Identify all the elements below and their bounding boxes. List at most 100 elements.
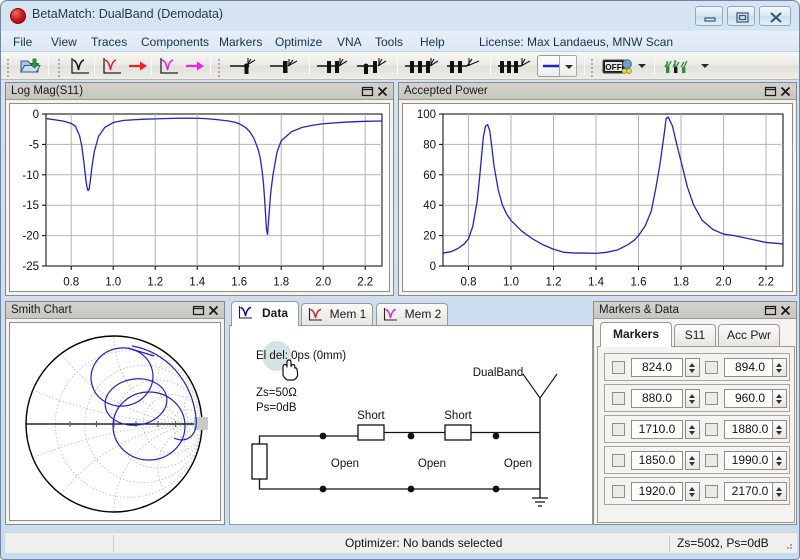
marker-spinner-3b[interactable] xyxy=(772,420,787,439)
marker-value-5a[interactable]: 1920.0 xyxy=(631,482,683,501)
menu-components[interactable]: Components xyxy=(139,34,211,50)
smith-chart-plot-area[interactable] xyxy=(9,322,221,521)
smith-chart-close-button[interactable] xyxy=(207,304,220,317)
marker-checkbox-1a[interactable] xyxy=(612,361,625,374)
marker-spinner-2b[interactable] xyxy=(772,389,787,408)
maximize-button[interactable] xyxy=(727,6,755,26)
svg-text:OFF: OFF xyxy=(605,62,622,72)
svg-text:1.2: 1.2 xyxy=(546,277,562,289)
marker-value-2a[interactable]: 880.0 xyxy=(631,389,683,408)
smith-chart-panel-titlebar: Smith Chart xyxy=(6,302,224,319)
marker-spinner-5b[interactable] xyxy=(772,482,787,501)
marker-checkbox-3a[interactable] xyxy=(612,423,625,436)
toolbar-grip-file[interactable] xyxy=(6,57,11,77)
marker-checkbox-4b[interactable] xyxy=(705,454,718,467)
close-icon xyxy=(780,305,791,316)
marker-spinner-5a[interactable] xyxy=(685,482,700,501)
tab-s11[interactable]: S11 xyxy=(674,324,716,346)
marker-spinner-1b[interactable] xyxy=(772,358,787,377)
smith-chart-panel: Smith Chart xyxy=(5,301,225,525)
table-row: 880.0 960.0 xyxy=(604,384,790,412)
marker-value-4a[interactable]: 1850.0 xyxy=(631,451,683,470)
network-3el-b-icon[interactable] xyxy=(446,56,482,76)
log-mag-plot-area[interactable]: 0 -5 -10 -15 -20 -25 0.8 1.0 1.2 1.4 1.6 1.8 2.0 2.2 xyxy=(9,103,390,292)
shunt-3-label: Open xyxy=(504,458,532,470)
minimize-button[interactable] xyxy=(695,6,723,26)
network-3el-a-icon[interactable] xyxy=(404,56,440,76)
marker-checkbox-1b[interactable] xyxy=(705,361,718,374)
log-mag-close-button[interactable] xyxy=(376,85,389,98)
menu-vna[interactable]: VNA xyxy=(335,34,364,50)
source-impedance-box xyxy=(251,443,268,480)
marker-checkbox-5a[interactable] xyxy=(612,485,625,498)
tab-mem1[interactable]: Mem 1 xyxy=(301,303,373,325)
markers-restore-button[interactable] xyxy=(764,304,777,317)
marker-checkbox-2b[interactable] xyxy=(705,392,718,405)
tab-acc-pwr[interactable]: Acc Pwr xyxy=(718,324,780,346)
svg-text:1.8: 1.8 xyxy=(673,277,689,289)
marker-spinner-2a[interactable] xyxy=(685,389,700,408)
menu-file[interactable]: File xyxy=(11,34,34,50)
open-file-icon[interactable] xyxy=(19,56,41,76)
series-shunt-2-icon[interactable] xyxy=(269,56,303,76)
log-mag-panel: Log Mag(S11) 0 -5 -10 -15 -20 -25 0.8 1.0 1.2 1.4… xyxy=(5,82,394,296)
resize-grip[interactable] xyxy=(782,539,794,551)
vna-dropdown-arrow-icon[interactable] xyxy=(638,64,646,68)
marker-spinner-1a[interactable] xyxy=(685,358,700,377)
markers-close-button[interactable] xyxy=(779,304,792,317)
menu-help[interactable]: Help xyxy=(418,34,447,50)
close-button[interactable] xyxy=(759,6,791,26)
marker-spinner-4b[interactable] xyxy=(772,451,787,470)
accepted-power-plot-area[interactable]: 0 20 40 60 80 100 0.8 1.0 1.2 1.4 1.6 1.8 2.0 2.2 xyxy=(402,103,793,292)
log-mag-restore-button[interactable] xyxy=(361,85,374,98)
menu-traces[interactable]: Traces xyxy=(89,34,129,50)
store-mem2-arrow-icon[interactable] xyxy=(184,56,206,76)
marker-spinner-4a[interactable] xyxy=(685,451,700,470)
toolbar-grip-vna[interactable] xyxy=(590,57,595,77)
optimizer-dropdown-arrow-icon[interactable] xyxy=(701,64,709,68)
accepted-power-close-button[interactable] xyxy=(779,85,792,98)
svg-text:0: 0 xyxy=(430,261,436,273)
spin-up-icon xyxy=(689,456,695,460)
toolbar-grip-traces[interactable] xyxy=(57,57,62,77)
marker-value-1b[interactable]: 894.0 xyxy=(724,358,776,377)
optimizer-icon[interactable] xyxy=(663,56,697,76)
marker-value-2b[interactable]: 960.0 xyxy=(724,389,776,408)
close-icon xyxy=(780,86,791,97)
marker-checkbox-2a[interactable] xyxy=(612,392,625,405)
marker-value-1a[interactable]: 824.0 xyxy=(631,358,683,377)
toolbar-grip-components[interactable] xyxy=(217,57,222,77)
smith-chart-restore-button[interactable] xyxy=(192,304,205,317)
series-component-2 xyxy=(444,424,472,441)
trace-data-icon[interactable] xyxy=(69,56,91,76)
marker-checkbox-4a[interactable] xyxy=(612,454,625,467)
network-4el-icon[interactable] xyxy=(497,56,533,76)
network-2el-b-icon[interactable] xyxy=(356,56,390,76)
toolbar-separator-4 xyxy=(210,57,211,75)
trace-mem1-icon[interactable] xyxy=(101,56,123,76)
menu-markers[interactable]: Markers xyxy=(217,34,264,50)
marker-value-3a[interactable]: 1710.0 xyxy=(631,420,683,439)
tab-mem2[interactable]: Mem 2 xyxy=(376,303,448,325)
tab-data[interactable]: Data xyxy=(231,301,299,326)
tab-markers[interactable]: Markers xyxy=(600,322,672,347)
marker-value-4b[interactable]: 1990.0 xyxy=(724,451,776,470)
trace-mem2-icon[interactable] xyxy=(158,56,180,76)
schematic-panel: Data Mem 1 Mem 2 El del: 0ps (0mm) Zs=50… xyxy=(229,301,593,525)
marker-checkbox-5b[interactable] xyxy=(705,485,718,498)
menu-view[interactable]: View xyxy=(49,34,79,50)
store-mem1-arrow-icon[interactable] xyxy=(127,56,149,76)
accepted-power-restore-button[interactable] xyxy=(764,85,777,98)
marker-spinner-3a[interactable] xyxy=(685,420,700,439)
line-style-dropdown[interactable] xyxy=(559,55,577,77)
menu-tools[interactable]: Tools xyxy=(373,34,405,50)
marker-checkbox-3b[interactable] xyxy=(705,423,718,436)
series-shunt-1-icon[interactable] xyxy=(229,56,263,76)
vna-off-toggle[interactable]: OFF xyxy=(602,56,634,76)
menu-optimize[interactable]: Optimize xyxy=(273,34,324,50)
schematic-canvas[interactable]: El del: 0ps (0mm) Zs=50Ω Ps=0dB Short Sh… xyxy=(229,325,593,525)
marker-value-3b[interactable]: 1880.0 xyxy=(724,420,776,439)
marker-value-5b[interactable]: 2170.0 xyxy=(724,482,776,501)
top-rail-left xyxy=(258,435,358,444)
network-2el-a-icon[interactable] xyxy=(316,56,350,76)
